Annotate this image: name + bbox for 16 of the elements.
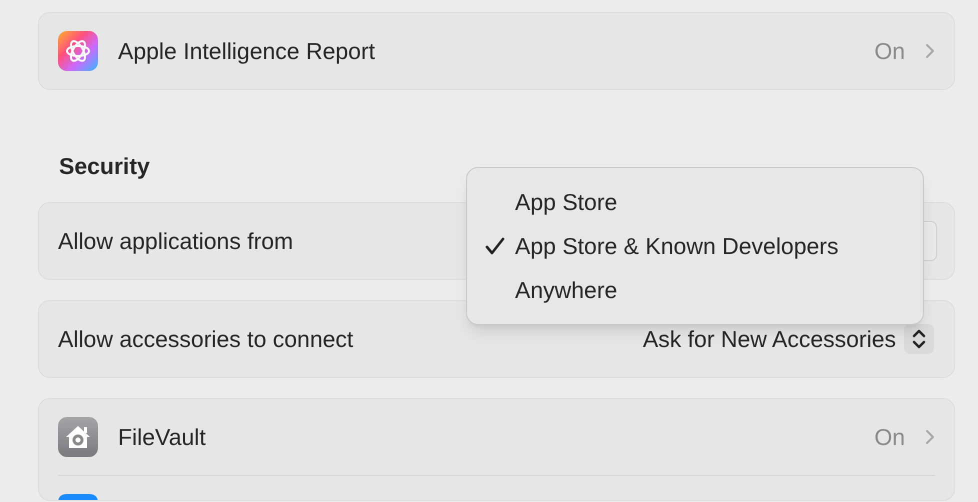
chevron-right-icon[interactable] bbox=[925, 429, 935, 445]
app-icon bbox=[58, 494, 98, 500]
row-label: Apple Intelligence Report bbox=[118, 36, 375, 66]
value-text: On bbox=[874, 422, 905, 452]
value-text: On bbox=[874, 36, 905, 66]
row-label: FileVault bbox=[118, 422, 206, 452]
house-safe-icon bbox=[58, 417, 98, 457]
row-label: Allow accessories to connect bbox=[58, 324, 354, 354]
section-heading: Security bbox=[59, 152, 150, 180]
row-label: Allow applications from bbox=[58, 226, 294, 256]
menu-item[interactable]: App Store bbox=[467, 180, 923, 224]
menu-item[interactable]: Anywhere bbox=[467, 268, 923, 312]
up-down-arrows-icon bbox=[904, 324, 934, 354]
sparkle-ring-icon bbox=[58, 31, 98, 71]
menu-item[interactable]: App Store & Known Developers bbox=[467, 224, 923, 268]
chevron-right-icon[interactable] bbox=[925, 43, 935, 59]
